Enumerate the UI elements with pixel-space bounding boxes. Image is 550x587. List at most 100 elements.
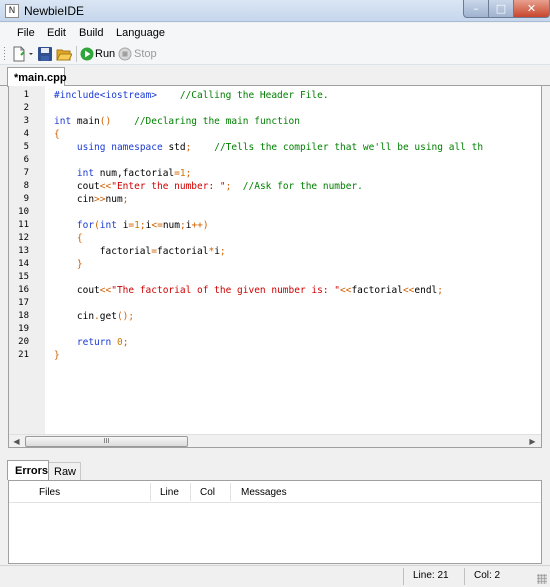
stop-label: Stop <box>134 48 157 60</box>
run-button[interactable]: Run <box>80 46 115 62</box>
code-editor[interactable]: 1 2 3 4 5 6 7 8 9 10 11 12 13 14 15 16 17 18 19 20 21 #inclu… <box>8 86 542 448</box>
menu-file[interactable]: File <box>17 27 35 39</box>
save-button[interactable] <box>37 46 53 62</box>
code-token: factorial <box>351 285 403 296</box>
code-token: factorial <box>54 246 152 257</box>
menu-edit[interactable]: Edit <box>47 27 66 39</box>
code-token: int <box>76 168 95 179</box>
line-number: 1 <box>23 90 29 100</box>
errors-table-header: Files Line Col Messages <box>9 481 541 503</box>
code-token: #include<iostream> <box>54 90 157 101</box>
window-title: NewbieIDE <box>24 4 85 18</box>
maximize-icon: □ <box>495 2 507 15</box>
code-token: ; <box>437 285 444 296</box>
line-number: 10 <box>18 207 29 217</box>
close-button[interactable]: ✕ <box>513 0 550 18</box>
code-token: ; <box>219 246 226 257</box>
maximize-button[interactable]: □ <box>488 0 514 18</box>
code-token: for <box>76 220 95 231</box>
code-token: num <box>105 194 123 205</box>
line-number: 7 <box>23 168 29 178</box>
code-line[interactable]: factorial=factorial*i; <box>54 246 226 257</box>
menu-language[interactable]: Language <box>116 27 165 39</box>
line-number: 13 <box>18 246 29 256</box>
column-col[interactable]: Col <box>200 487 215 498</box>
save-icon <box>38 47 52 61</box>
code-token: num <box>162 220 180 231</box>
line-number: 8 <box>23 181 29 191</box>
code-token: namespace <box>111 142 163 153</box>
tab-errors[interactable]: Errors <box>7 460 49 480</box>
stop-button[interactable]: Stop <box>118 46 157 62</box>
code-line[interactable]: using namespace std; //Tells the compile… <box>54 142 483 153</box>
column-line[interactable]: Line <box>160 487 179 498</box>
status-separator <box>403 568 404 585</box>
code-line[interactable]: } <box>54 259 83 270</box>
scroll-left-icon[interactable]: ◀ <box>10 435 23 448</box>
code-token: << <box>402 285 415 296</box>
scroll-right-icon[interactable]: ▶ <box>526 435 539 448</box>
code-token: "Enter the number: " <box>111 181 226 192</box>
menu-bar: File Edit Build Language <box>0 23 550 43</box>
code-line[interactable]: return 0; <box>54 337 129 348</box>
code-line[interactable]: cout<<"Enter the number: "; //Ask for th… <box>54 181 363 192</box>
code-area[interactable]: #include<iostream> //Calling the Header … <box>45 86 541 434</box>
open-folder-button[interactable] <box>56 46 73 62</box>
column-divider <box>230 483 231 501</box>
code-token: "The factorial of the given number is: " <box>111 285 340 296</box>
menu-build[interactable]: Build <box>79 27 103 39</box>
line-number: 17 <box>18 298 29 308</box>
minimize-button[interactable]: – <box>463 0 489 18</box>
code-line[interactable]: cout << "The factorial of the given number… <box>54 285 443 296</box>
code-line[interactable]: int num,factorial=1; <box>54 168 191 179</box>
code-line[interactable]: int main() //Declaring the main function <box>54 116 300 127</box>
code-token: } <box>54 350 60 361</box>
code-token: <= <box>151 220 163 231</box>
line-number: 20 <box>18 337 29 347</box>
line-number: 3 <box>23 116 29 126</box>
horizontal-scrollbar[interactable]: ◀ III ▶ <box>9 434 541 447</box>
close-icon: ✕ <box>526 2 537 15</box>
code-line[interactable]: cin>>num; <box>54 194 129 205</box>
status-bar: Line: 21 Col: 2 <box>0 565 550 587</box>
resize-grip-icon[interactable] <box>537 574 547 584</box>
status-line: Line: 21 <box>413 570 449 581</box>
app-icon: N <box>5 4 19 18</box>
code-token: factorial <box>156 246 209 257</box>
toolbar: Run Stop <box>0 43 550 65</box>
code-token: using <box>76 142 106 153</box>
code-token: //Tells the compiler that we'll be using… <box>191 142 484 153</box>
code-line[interactable]: { <box>54 129 60 140</box>
code-token: return <box>76 337 112 348</box>
line-number: 12 <box>18 233 29 243</box>
column-messages[interactable]: Messages <box>241 487 287 498</box>
code-token: //Calling the Header File. <box>156 90 329 101</box>
code-token: cin <box>54 311 95 322</box>
new-file-button[interactable] <box>12 46 34 62</box>
code-line[interactable]: #include<iostream> //Calling the Header … <box>54 90 329 101</box>
code-token: cout <box>54 285 100 296</box>
code-token: << <box>99 181 112 192</box>
scrollbar-thumb[interactable]: III <box>25 436 188 447</box>
code-line[interactable]: } <box>54 350 60 361</box>
code-line[interactable]: cin.get(); <box>54 311 134 322</box>
code-token: ; <box>185 168 192 179</box>
line-number: 15 <box>18 272 29 282</box>
line-number: 19 <box>18 324 29 334</box>
code-line[interactable]: for(int i=1;i<=num;i++) <box>54 220 209 231</box>
code-token: i <box>116 220 129 231</box>
column-files[interactable]: Files <box>39 487 60 498</box>
tab-main-cpp[interactable]: *main.cpp <box>7 67 67 87</box>
errors-table: Files Line Col Messages <box>8 480 542 564</box>
column-divider <box>150 483 151 501</box>
code-token: () <box>99 116 112 127</box>
run-icon <box>80 47 94 61</box>
column-divider <box>190 483 191 501</box>
stop-icon <box>118 47 132 61</box>
tab-raw[interactable]: Raw <box>49 462 81 480</box>
code-token: ; <box>122 194 129 205</box>
code-line[interactable]: { <box>54 233 83 244</box>
code-token: ; <box>122 337 129 348</box>
